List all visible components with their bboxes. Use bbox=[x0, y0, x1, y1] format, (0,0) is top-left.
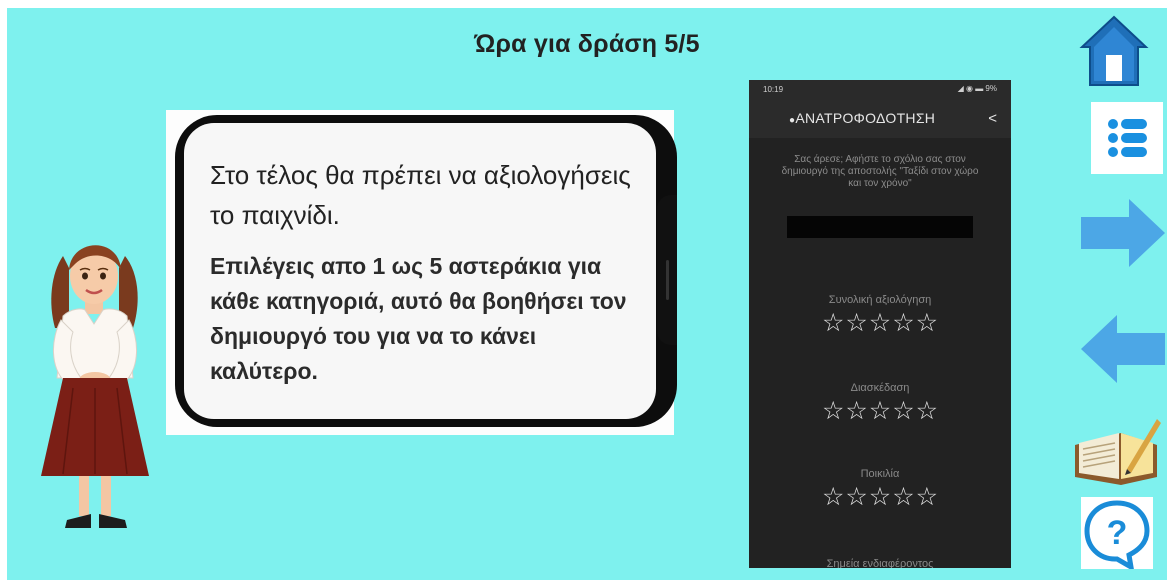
star-icon[interactable]: ☆ bbox=[869, 398, 891, 424]
star-rating-row[interactable]: ☆ ☆ ☆ ☆ ☆ bbox=[749, 484, 1011, 510]
star-icon[interactable]: ☆ bbox=[892, 310, 914, 336]
back-arrow-icon[interactable] bbox=[1079, 313, 1167, 385]
star-icon[interactable]: ☆ bbox=[916, 310, 938, 336]
next-arrow-icon[interactable] bbox=[1079, 197, 1167, 269]
star-rating-row[interactable]: ☆ ☆ ☆ ☆ ☆ bbox=[749, 398, 1011, 424]
rating-variety: Ποικιλία ☆ ☆ ☆ ☆ ☆ bbox=[749, 468, 1011, 510]
comment-input[interactable] bbox=[787, 216, 973, 238]
feedback-screen-mockup: 10:19 ◢ ◉ ▬ 9% ●ΑΝΑΤΡΟΦΟΔΟΤΗΣΗ < Σας άρε… bbox=[749, 80, 1011, 568]
rating-label: Συνολική αξιολόγηση bbox=[828, 294, 932, 306]
instruction-phone-frame: Στο τέλος θα πρέπει να αξιολογήσεις το π… bbox=[175, 115, 677, 427]
notebook-icon[interactable] bbox=[1069, 411, 1163, 487]
star-rating-row[interactable]: ☆ ☆ ☆ ☆ ☆ bbox=[749, 310, 1011, 336]
star-icon[interactable]: ☆ bbox=[822, 398, 844, 424]
card-heading: Στο τέλος θα πρέπει να αξιολογήσεις το π… bbox=[210, 160, 631, 230]
points-of-interest-label: Σημεία ενδιαφέροντος bbox=[826, 558, 934, 568]
page-title: Ώρα για δράση 5/5 bbox=[474, 30, 700, 58]
rating-fun: Διασκέδαση ☆ ☆ ☆ ☆ ☆ bbox=[749, 382, 1011, 424]
menu-list-icon bbox=[1108, 119, 1147, 157]
card-body-text: Επιλέγεις απο 1 ως 5 αστεράκια για κάθε … bbox=[210, 253, 627, 384]
share-icon[interactable]: < bbox=[988, 110, 997, 127]
home-icon[interactable] bbox=[1078, 13, 1150, 89]
instruction-card: Στο τέλος θα πρέπει να αξιολογήσεις το π… bbox=[184, 123, 656, 419]
star-icon[interactable]: ☆ bbox=[892, 484, 914, 510]
star-icon[interactable]: ☆ bbox=[916, 484, 938, 510]
star-icon[interactable]: ☆ bbox=[892, 398, 914, 424]
star-icon[interactable]: ☆ bbox=[869, 310, 891, 336]
status-icons: ◢ ◉ ▬ 9% bbox=[957, 84, 997, 93]
star-icon[interactable]: ☆ bbox=[845, 310, 867, 336]
star-icon[interactable]: ☆ bbox=[822, 484, 844, 510]
feedback-intro-text: Σας άρεσε; Αφήστε το σχόλιο σας στον δημ… bbox=[781, 154, 979, 189]
rating-overall: Συνολική αξιολόγηση ☆ ☆ ☆ ☆ ☆ bbox=[749, 294, 1011, 336]
star-icon[interactable]: ☆ bbox=[845, 484, 867, 510]
help-icon: ? bbox=[1084, 500, 1150, 572]
status-bar: 10:19 ◢ ◉ ▬ 9% bbox=[749, 80, 1011, 100]
feedback-header: ●ΑΝΑΤΡΟΦΟΔΟΤΗΣΗ < bbox=[749, 100, 1011, 138]
phone-side-button bbox=[666, 260, 669, 300]
teacher-character-illustration bbox=[41, 245, 149, 528]
star-icon[interactable]: ☆ bbox=[822, 310, 844, 336]
status-time: 10:19 bbox=[763, 85, 784, 94]
svg-text:?: ? bbox=[1107, 514, 1128, 552]
star-icon[interactable]: ☆ bbox=[845, 398, 867, 424]
menu-button[interactable] bbox=[1091, 102, 1163, 174]
help-button[interactable]: ? bbox=[1081, 497, 1153, 572]
rating-label: Ποικιλία bbox=[860, 468, 900, 480]
star-icon[interactable]: ☆ bbox=[869, 484, 891, 510]
rating-label: Διασκέδαση bbox=[850, 382, 910, 394]
star-icon[interactable]: ☆ bbox=[916, 398, 938, 424]
feedback-title: ●ΑΝΑΤΡΟΦΟΔΟΤΗΣΗ bbox=[789, 110, 936, 126]
